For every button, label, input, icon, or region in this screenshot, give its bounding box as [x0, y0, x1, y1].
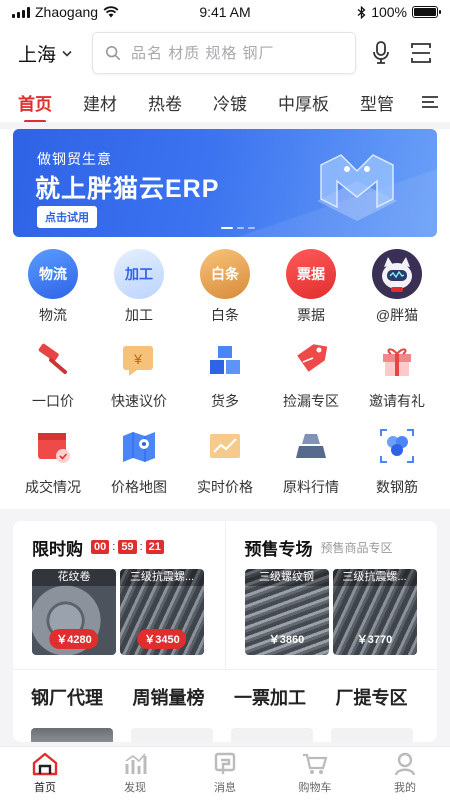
- service-quick-bargain[interactable]: ¥ 快速议价: [96, 335, 182, 411]
- search-input[interactable]: [131, 44, 343, 62]
- tab-building-materials[interactable]: 建材: [83, 90, 117, 115]
- price-tag-icon: [289, 338, 333, 382]
- tabbar-messages[interactable]: 消息: [180, 747, 270, 800]
- panmao-robot-icon: [372, 249, 422, 299]
- bill-icon: 票据: [286, 249, 336, 299]
- wifi-icon: [103, 6, 119, 18]
- signal-icon: [12, 6, 30, 18]
- service-bargain-zone[interactable]: 捡漏专区: [268, 335, 354, 411]
- service-bulk-goods[interactable]: 货多: [182, 335, 268, 411]
- section-weekly-ranking[interactable]: 周销量榜: [133, 684, 235, 710]
- category-tabs: 首页 建材 热卷 冷镀 中厚板 型管: [0, 82, 450, 122]
- presale-section[interactable]: 预售专场 预售商品专区 三级螺纹钢 ￥3860 三级抗震螺... ￥3770: [224, 521, 438, 669]
- section-tabs: 钢厂代理 周销量榜 一票加工 厂提专区: [13, 670, 437, 710]
- carrier-name: Zhaogang: [35, 4, 99, 20]
- logistics-icon: 物流: [28, 249, 78, 299]
- tab-medium-plate[interactable]: 中厚板: [278, 90, 329, 115]
- microphone-icon[interactable]: [366, 38, 396, 68]
- service-realtime-price[interactable]: 实时价格: [182, 421, 268, 497]
- flash-sale-title: 限时购: [32, 539, 83, 559]
- cart-icon: [303, 753, 328, 774]
- map-pin-icon: [117, 424, 161, 468]
- service-logistics[interactable]: 物流 物流: [10, 249, 96, 325]
- tab-hot-rolled[interactable]: 热卷: [148, 90, 182, 115]
- countdown-timer: 00:59:21: [91, 540, 164, 554]
- tab-section-pipe[interactable]: 型管: [360, 90, 394, 115]
- flash-product-2[interactable]: 三级抗震螺... ￥3450: [120, 569, 204, 655]
- service-bills[interactable]: 票据 票据: [268, 249, 354, 325]
- search-box[interactable]: [92, 32, 356, 74]
- banner-subtitle: 做钢贸生意: [37, 151, 112, 167]
- service-deals[interactable]: 成交情况: [10, 421, 96, 497]
- top-bar: 上海: [0, 24, 450, 82]
- svg-text:¥: ¥: [133, 351, 142, 367]
- section-preview[interactable]: [231, 728, 313, 742]
- section-preview[interactable]: [31, 728, 113, 742]
- banner-pagination: [221, 227, 255, 229]
- section-factory-pickup[interactable]: 厂提专区: [336, 684, 438, 710]
- flash-product-1[interactable]: 花纹卷 ￥4280: [32, 569, 116, 655]
- category-menu-icon[interactable]: [410, 82, 450, 122]
- service-price-map[interactable]: 价格地图: [96, 421, 182, 497]
- home-icon: [32, 752, 58, 776]
- section-previews: [13, 710, 437, 742]
- tab-home[interactable]: 首页: [18, 90, 52, 122]
- section-preview[interactable]: [131, 728, 213, 742]
- service-rebar-count[interactable]: 数钢筋: [354, 421, 440, 497]
- presale-title: 预售专场: [244, 539, 313, 559]
- city-selector[interactable]: 上海: [18, 40, 82, 67]
- banner-illustration: [237, 154, 437, 237]
- gavel-icon: [31, 338, 75, 382]
- raw-material-icon: [289, 424, 333, 468]
- service-fixed-price[interactable]: 一口价: [10, 335, 96, 411]
- clock: 9:41 AM: [199, 4, 251, 20]
- tabbar-home[interactable]: 首页: [0, 747, 90, 800]
- discover-icon: [125, 753, 147, 774]
- flash-sale-section[interactable]: 限时购 00:59:21 花纹卷 ￥4280 三级抗震螺... ￥3450: [13, 521, 225, 669]
- presale-product-1[interactable]: 三级螺纹钢 ￥3860: [244, 569, 329, 655]
- service-credit[interactable]: 白条 白条: [182, 249, 268, 325]
- bargain-icon: ¥: [117, 338, 161, 382]
- chevron-down-icon: [62, 50, 72, 57]
- try-now-button[interactable]: 点击试用: [37, 206, 97, 228]
- banner-title: 就上胖猫云ERP: [35, 175, 220, 203]
- status-bar: Zhaogang 9:41 AM 100%: [0, 0, 450, 24]
- service-panmao[interactable]: @胖猫: [354, 249, 440, 325]
- promo-card: 限时购 00:59:21 花纹卷 ￥4280 三级抗震螺... ￥3450 预售…: [13, 521, 437, 742]
- battery-percent: 100%: [371, 4, 407, 20]
- tabbar-discover[interactable]: 发现: [90, 747, 180, 800]
- section-mill-agency[interactable]: 钢厂代理: [31, 684, 133, 710]
- search-icon: [105, 45, 121, 61]
- city-name: 上海: [18, 44, 57, 66]
- message-icon: [214, 752, 236, 774]
- service-processing[interactable]: 加工 加工: [96, 249, 182, 325]
- tab-cold-galvanized[interactable]: 冷镀: [213, 90, 247, 115]
- bottom-tab-bar: 首页 发现 消息 购物车 我的: [0, 746, 450, 800]
- trend-chart-icon: [203, 424, 247, 468]
- tabbar-profile[interactable]: 我的: [360, 747, 450, 800]
- promo-banner[interactable]: 做钢贸生意 就上胖猫云ERP 点击试用: [13, 129, 437, 237]
- presale-product-2[interactable]: 三级抗震螺... ￥3770: [332, 569, 417, 655]
- bluetooth-icon: [357, 5, 366, 19]
- service-invite[interactable]: 邀请有礼: [354, 335, 440, 411]
- deal-calendar-icon: [31, 424, 75, 468]
- rebar-count-icon: [375, 424, 419, 468]
- boxes-icon: [203, 338, 247, 382]
- service-raw-materials[interactable]: 原料行情: [268, 421, 354, 497]
- section-one-ticket-processing[interactable]: 一票加工: [234, 684, 336, 710]
- profile-icon: [394, 752, 416, 776]
- tabbar-cart[interactable]: 购物车: [270, 747, 360, 800]
- battery-icon: [412, 6, 441, 18]
- gift-icon: [375, 338, 419, 382]
- service-grid: 物流 物流 加工 加工 白条 白条 票据 票据 @胖猫 一口价 ¥ 快速议价 货…: [0, 237, 450, 497]
- scan-icon[interactable]: [406, 38, 436, 68]
- credit-icon: 白条: [200, 249, 250, 299]
- home-top-section: 做钢贸生意 就上胖猫云ERP 点击试用 物流 物流 加工 加工 白条 白条 票据…: [0, 129, 450, 509]
- processing-icon: 加工: [114, 249, 164, 299]
- section-preview[interactable]: [331, 728, 413, 742]
- presale-subtitle: 预售商品专区: [320, 540, 393, 555]
